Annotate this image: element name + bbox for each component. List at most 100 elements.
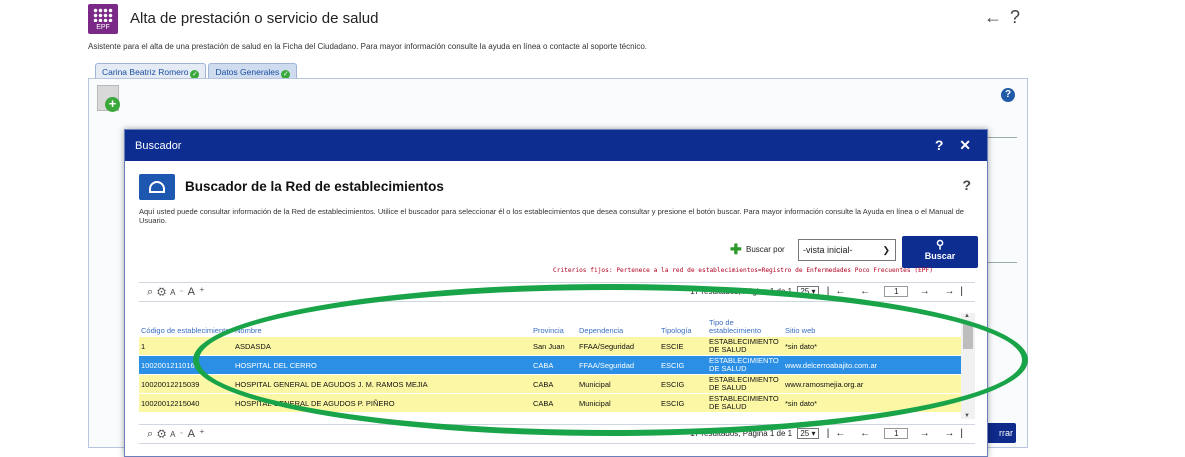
col-provincia[interactable]: Provincia [533, 327, 577, 335]
cell-sitio[interactable]: www.delcerroabajito.com.ar [785, 356, 957, 375]
table-row[interactable]: 10020012215040 HOSPITAL GENERAL DE AGUDO… [139, 394, 961, 413]
tab-label: Carina Beatriz Romero [102, 67, 189, 77]
font-smaller-icon[interactable]: A⁻ [170, 430, 188, 439]
cell-nombre: HOSPITAL GENERAL DE AGUDOS P. PIÑERO [235, 399, 395, 408]
col-nombre[interactable]: Nombre [235, 327, 531, 335]
grid-toolbar-top: ⌕⚙A⁻A⁺ 17 resultados, Página 1 de 1 25 ▾… [139, 282, 975, 302]
criterios-fijos: Criterios fijos: Pertenece a la red de e… [553, 267, 933, 274]
modal-controls: ? ✕ [935, 137, 977, 154]
plus-icon[interactable]: ✚ [730, 241, 742, 258]
buscador-modal: Buscador ? ✕ Buscador de la Red de estab… [124, 129, 988, 457]
search-help-icon[interactable]: ? [962, 177, 971, 193]
cell-nombre: HOSPITAL DEL CERRO [235, 361, 317, 370]
search-description: Aquí usted puede consultar información d… [139, 207, 964, 225]
help-icon[interactable]: ? [1001, 88, 1015, 102]
cell-tipologia: ESCIG [661, 361, 685, 370]
app-header: EPF Alta de prestación o servicio de sal… [88, 4, 1028, 36]
cell-tipo: ESTABLECIMIENTO DE SALUD [709, 357, 779, 373]
house-icon [139, 174, 175, 200]
scroll-down-icon[interactable]: ▼ [964, 413, 970, 419]
page-title: Alta de prestación o servicio de salud [130, 10, 379, 27]
toolbar-tools: ⌕⚙A⁻A⁺ [147, 285, 209, 299]
col-dependencia[interactable]: Dependencia [579, 327, 659, 335]
gear-icon[interactable]: ⚙ [157, 428, 170, 440]
font-larger-icon[interactable]: A⁺ [188, 286, 209, 298]
search-icon: ⚲ [935, 239, 945, 251]
page-size-value: 25 [800, 429, 810, 438]
cell-nombre: ASDASDA [235, 342, 271, 351]
header-actions: ←? [984, 7, 1028, 28]
grid-toolbar-bottom: ⌕⚙A⁻A⁺ 17 resultados, Página 1 de 1 25 ▾… [139, 424, 975, 444]
first-prev-icons[interactable]: |← ← [827, 286, 876, 297]
plus-icon: + [105, 97, 120, 112]
chevron-down-icon: ❯ [882, 245, 890, 255]
search-title: Buscador de la Red de establecimientos [185, 179, 444, 194]
next-last-icons[interactable]: → →| [920, 286, 969, 297]
modal-help-close-icons[interactable]: ? ✕ [935, 137, 977, 153]
cell-tipologia: ESCIE [661, 342, 684, 351]
cell-dependencia: FFAA/Seguridad [579, 361, 635, 370]
cell-codigo: 10020012215040 [141, 399, 200, 408]
zoom-icon[interactable]: ⌕ [147, 428, 157, 440]
select-value: -vista inicial- [803, 245, 853, 255]
pager: 17 resultados, Página 1 de 1 25 ▾ |← ← 1… [690, 286, 969, 297]
page-number-input[interactable]: 1 [884, 286, 909, 297]
page: EPF Alta de prestación o servicio de sal… [0, 0, 1185, 457]
cell-dependencia: Municipal [579, 399, 611, 408]
cell-codigo: 10020012215039 [141, 380, 200, 389]
tab-datos-generales[interactable]: Datos Generales ✓ [208, 63, 298, 79]
page-number-input[interactable]: 1 [884, 428, 909, 439]
cell-provincia: CABA [533, 380, 554, 389]
cerrar-button[interactable]: rrar [986, 423, 1016, 443]
wizard-tabs: Carina Beatriz Romero ✓ Datos Generales ✓ [95, 62, 299, 79]
cell-provincia: San Juan [533, 342, 565, 351]
toolbar-tools: ⌕⚙A⁻A⁺ [147, 427, 209, 441]
cell-codigo: 10020012110168 [141, 361, 199, 370]
font-larger-icon[interactable]: A⁺ [188, 428, 209, 440]
col-codigo[interactable]: Código de establecimiento [141, 327, 233, 335]
cell-dependencia: Municipal [579, 380, 611, 389]
zoom-icon[interactable]: ⌕ [147, 286, 157, 298]
scroll-thumb[interactable] [963, 323, 973, 349]
cell-tipologia: ESCIG [661, 399, 685, 408]
establecimientos-table: Código de establecimiento Nombre Provinc… [139, 313, 961, 413]
modal-titlebar: Buscador ? ✕ [125, 130, 987, 161]
header-help-icon[interactable]: ? [1010, 7, 1028, 27]
table-row-selected[interactable]: 10020012110168 HOSPITAL DEL CERRO CABA F… [139, 356, 961, 375]
cell-sitio: *sin dato* [785, 342, 818, 351]
cell-provincia: CABA [533, 361, 554, 370]
table-row[interactable]: 10020012215039 HOSPITAL GENERAL DE AGUDO… [139, 375, 961, 394]
first-prev-icons[interactable]: |← ← [827, 428, 876, 439]
table-row[interactable]: 1 ASDASDA San Juan FFAA/Seguridad ESCIE … [139, 337, 961, 356]
page-size-select[interactable]: 25 ▾ [797, 428, 819, 439]
results-text: 17 resultados, Página 1 de 1 [690, 429, 793, 438]
app-description: Asistente para el alta de una prestación… [88, 42, 648, 51]
table-scrollbar[interactable]: ▲ ▼ [961, 313, 975, 419]
vista-select[interactable]: -vista inicial- ❯ [798, 239, 896, 261]
page-size-value: 25 [800, 287, 810, 296]
buscar-button[interactable]: ⚲ Buscar [902, 236, 978, 268]
back-arrow-icon[interactable]: ← [984, 7, 1010, 27]
logo-text: EPF [96, 24, 110, 31]
cell-tipo: ESTABLECIMIENTO DE SALUD [709, 376, 779, 392]
pager: 17 resultados, Página 1 de 1 25 ▾ |← ← 1… [690, 428, 969, 439]
divider [987, 262, 1017, 263]
cell-tipo: ESTABLECIMIENTO DE SALUD [709, 338, 779, 354]
tab-patient[interactable]: Carina Beatriz Romero ✓ [95, 63, 207, 79]
page-size-select[interactable]: 25 ▾ [797, 286, 819, 297]
epf-logo-icon: EPF [88, 4, 118, 34]
scroll-up-icon[interactable]: ▲ [964, 313, 970, 319]
divider [987, 137, 1017, 138]
gear-icon[interactable]: ⚙ [157, 286, 170, 298]
font-smaller-icon[interactable]: A⁻ [170, 288, 188, 297]
cell-sitio[interactable]: www.ramosmejia.org.ar [785, 375, 957, 394]
table-header: Código de establecimiento Nombre Provinc… [139, 313, 961, 337]
col-tipologia[interactable]: Tipología [661, 327, 707, 335]
col-sitio[interactable]: Sitio web [785, 327, 957, 335]
cell-provincia: CABA [533, 399, 554, 408]
search-header: Buscador de la Red de establecimientos ? [139, 174, 977, 200]
buscar-por-label: Buscar por [746, 245, 785, 254]
cell-sitio: *sin dato* [785, 399, 818, 408]
col-tipo[interactable]: Tipo de establecimiento [709, 319, 781, 335]
next-last-icons[interactable]: → →| [920, 428, 969, 439]
